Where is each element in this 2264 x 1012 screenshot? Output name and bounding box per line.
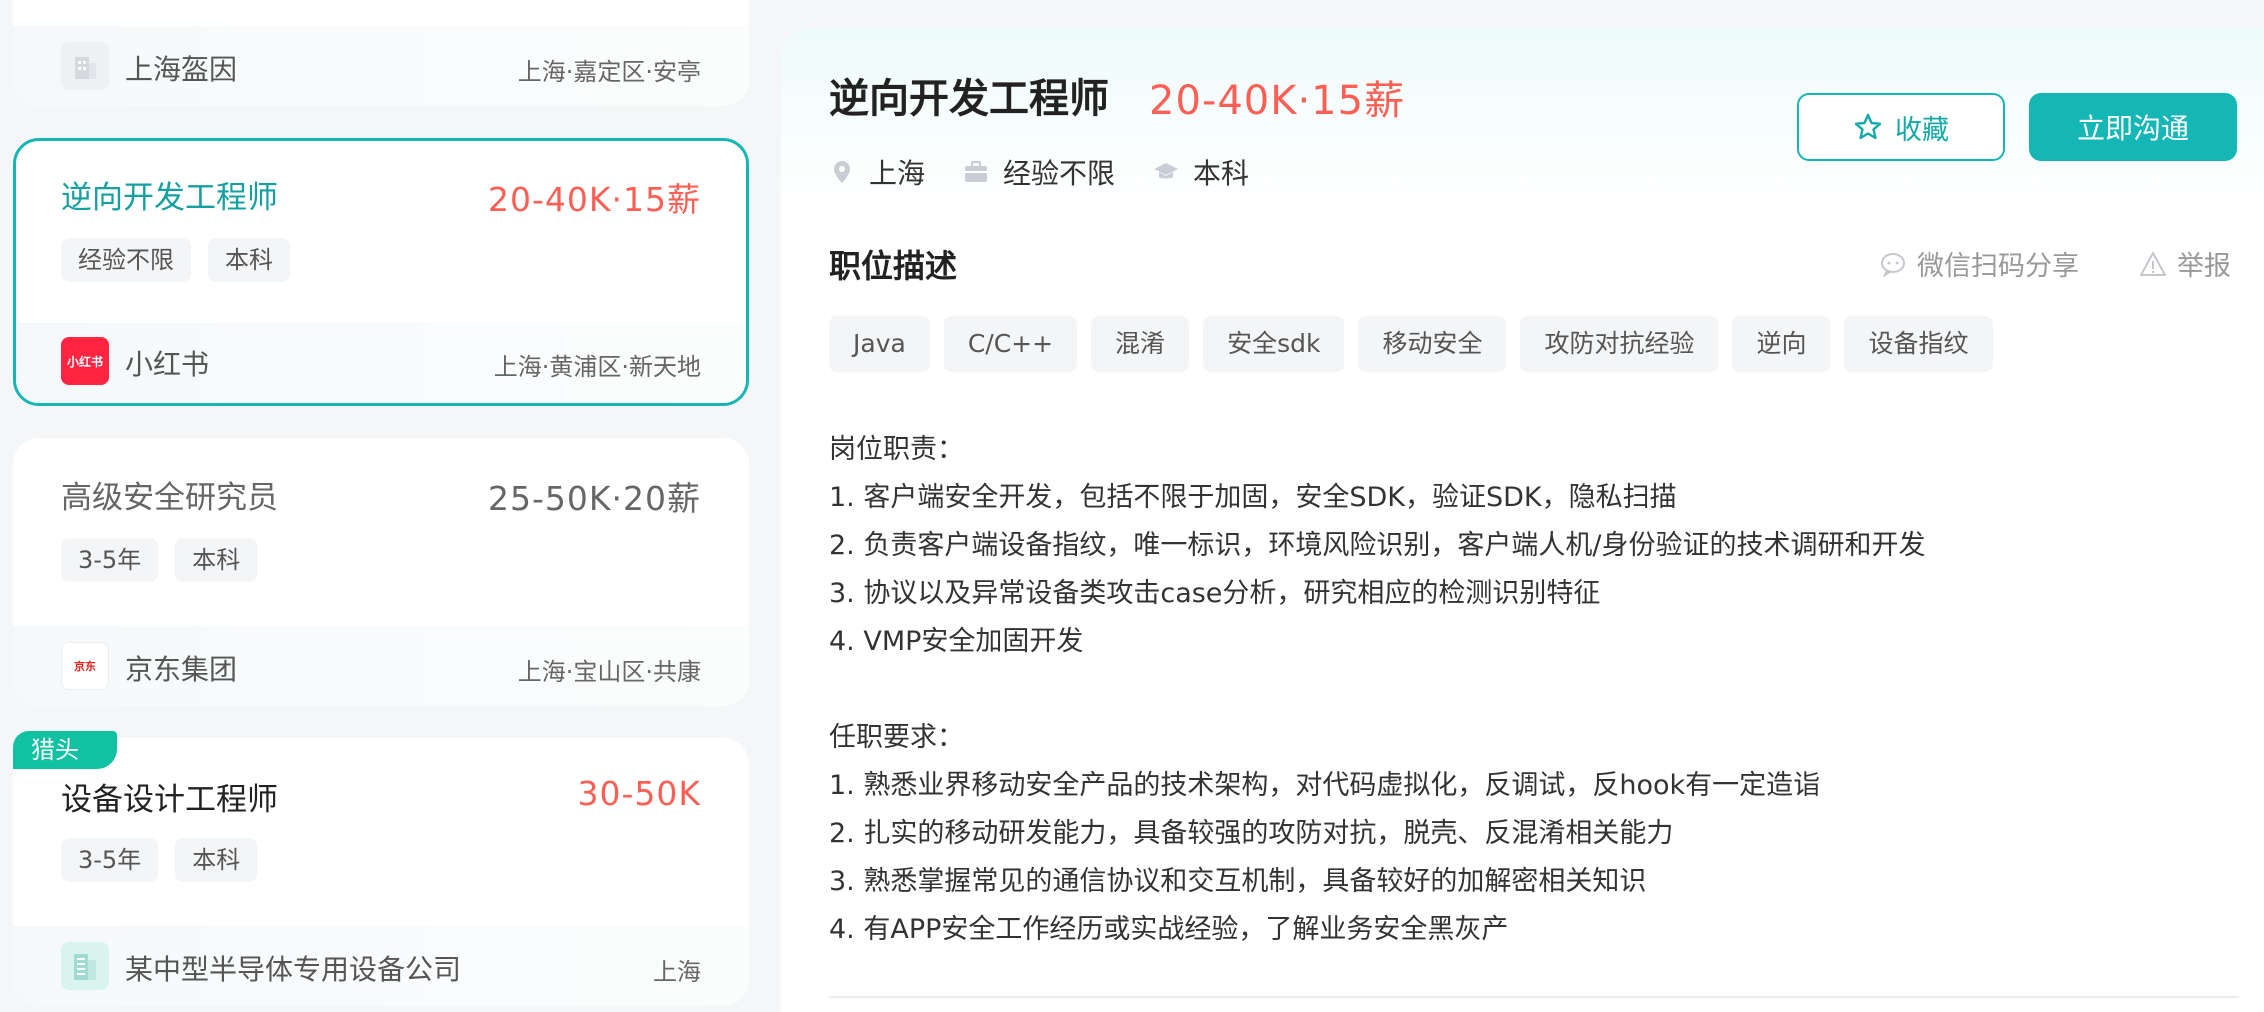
graduation-cap-icon <box>1154 163 1179 179</box>
company-logo <box>61 42 109 90</box>
tag: 经验不限 <box>61 238 191 282</box>
company-row: 小红书 小红书 上海·黄浦区·新天地 <box>16 323 746 403</box>
report-label: 举报 <box>2177 251 2231 282</box>
skill-tag: 安全sdk <box>1203 316 1345 372</box>
requirements-title: 任职要求： <box>829 722 964 753</box>
company-name[interactable]: 小红书 <box>125 343 209 383</box>
job-detail-panel: 逆向开发工程师 20-40K·15薪 上海 经验不限 本科 收藏 立即沟通 职位… <box>781 28 2264 1012</box>
job-list: 上海盔因 上海·嘉定区·安亭 逆向开发工程师 20-40K·15薪 经验不限 本… <box>0 0 762 1012</box>
favorite-label: 收藏 <box>1895 114 1949 146</box>
meta-city-text: 上海 <box>869 157 926 190</box>
duty-item: 1. 客户端安全开发，包括不限于加固，安全SDK，验证SDK，隐私扫描 <box>829 482 1677 513</box>
job-card[interactable]: 逆向开发工程师 20-40K·15薪 经验不限 本科 小红书 小红书 上海·黄浦… <box>13 138 749 406</box>
job-location: 上海·嘉定区·安亭 <box>517 58 701 86</box>
job-tags: 经验不限 本科 <box>61 238 290 282</box>
tag: 本科 <box>175 538 258 582</box>
tag: 3-5年 <box>61 838 159 882</box>
headhunter-badge: 猎头 <box>13 731 117 769</box>
company-name[interactable]: 某中型半导体专用设备公司 <box>125 948 461 988</box>
divider <box>829 996 2239 998</box>
section-title: 职位描述 <box>829 247 958 285</box>
duty-item: 3. 协议以及异常设备类攻击case分析，研究相应的检测识别特征 <box>829 578 1601 609</box>
duties-title: 岗位职责： <box>829 434 964 465</box>
job-title[interactable]: 高级安全研究员 <box>61 472 278 517</box>
tag: 本科 <box>175 838 258 882</box>
skill-tag: 逆向 <box>1732 316 1831 372</box>
job-title[interactable]: 逆向开发工程师 <box>61 172 278 217</box>
job-salary: 30-50K <box>577 774 701 813</box>
meta-degree: 本科 <box>1153 152 1249 192</box>
location-icon <box>834 161 850 183</box>
job-location: 上海·黄浦区·新天地 <box>493 353 701 381</box>
skill-tag: 移动安全 <box>1358 316 1507 372</box>
company-name[interactable]: 京东集团 <box>125 648 237 688</box>
duty-item: 4. VMP安全加固开发 <box>829 626 1084 657</box>
wechat-icon <box>1881 252 1905 278</box>
meta-degree-text: 本科 <box>1193 157 1250 190</box>
company-name[interactable]: 上海盔因 <box>125 48 237 88</box>
job-location: 上海 <box>653 958 701 986</box>
skill-tag: C/C++ <box>943 316 1078 372</box>
skill-tags: Java C/C++ 混淆 安全sdk 移动安全 攻防对抗经验 逆向 设备指纹 <box>829 316 1993 372</box>
company-row: 某中型半导体专用设备公司 上海 <box>13 926 749 1006</box>
job-card[interactable]: 上海盔因 上海·嘉定区·安亭 <box>13 0 749 106</box>
requirement-item: 3. 熟悉掌握常见的通信协议和交互机制，具备较好的加解密相关知识 <box>829 866 1647 897</box>
company-logo: 小红书 <box>61 337 109 385</box>
job-tags: 3-5年 本科 <box>61 838 258 882</box>
meta-city: 上海 <box>829 152 925 192</box>
detail-job-salary: 20-40K·15薪 <box>1149 78 1406 124</box>
company-logo <box>61 942 109 990</box>
company-logo-text: 京东 <box>74 660 96 673</box>
star-icon <box>1854 113 1882 140</box>
company-logo: 京东 <box>61 642 109 690</box>
tag: 本科 <box>208 238 290 282</box>
favorite-button[interactable]: 收藏 <box>1797 93 2005 161</box>
job-salary: 25-50K·20薪 <box>487 479 701 518</box>
job-title[interactable]: 设备设计工程师 <box>61 774 278 819</box>
wechat-share-button[interactable]: 微信扫码分享 <box>1879 244 2079 283</box>
meta-experience: 经验不限 <box>963 152 1115 192</box>
job-salary: 20-40K·15薪 <box>487 180 701 219</box>
share-label: 微信扫码分享 <box>1917 251 2079 282</box>
job-meta: 上海 经验不限 本科 <box>829 152 1249 192</box>
job-tags: 3-5年 本科 <box>61 538 258 582</box>
skill-tag: 混淆 <box>1091 316 1190 372</box>
job-description: 岗位职责： 1. 客户端安全开发，包括不限于加固，安全SDK，验证SDK，隐私扫… <box>829 426 2229 954</box>
requirement-item: 4. 有APP安全工作经历或实战经验，了解业务安全黑灰产 <box>829 914 1509 945</box>
requirement-item: 1. 熟悉业界移动安全产品的技术架构，对代码虚拟化，反调试，反hook有一定造诣 <box>829 770 1821 801</box>
tag: 3-5年 <box>61 538 159 582</box>
meta-experience-text: 经验不限 <box>1003 157 1116 190</box>
skill-tag: 攻防对抗经验 <box>1520 316 1719 372</box>
report-button[interactable]: 举报 <box>2139 244 2231 283</box>
company-row: 京东 京东集团 上海·宝山区·共康 <box>13 626 749 706</box>
skill-tag: 设备指纹 <box>1844 316 1993 372</box>
chat-now-button[interactable]: 立即沟通 <box>2029 93 2237 161</box>
warning-icon <box>2140 251 2166 276</box>
duty-item: 2. 负责客户端设备指纹，唯一标识，环境风险识别，客户端人机/身份验证的技术调研… <box>829 530 1926 561</box>
company-row: 上海盔因 上海·嘉定区·安亭 <box>13 26 749 106</box>
briefcase-icon <box>965 161 988 182</box>
skill-tag: Java <box>829 316 930 372</box>
job-card[interactable]: 设备设计工程师 30-50K 3-5年 本科 某中型半导体专用设备公司 上海 <box>13 738 749 1006</box>
job-card[interactable]: 高级安全研究员 25-50K·20薪 3-5年 本科 京东 京东集团 上海·宝山… <box>13 438 749 706</box>
job-location: 上海·宝山区·共康 <box>517 658 701 686</box>
detail-job-title: 逆向开发工程师 <box>829 76 1109 122</box>
requirement-item: 2. 扎实的移动研发能力，具备较强的攻防对抗，脱壳、反混淆相关能力 <box>829 818 1674 849</box>
